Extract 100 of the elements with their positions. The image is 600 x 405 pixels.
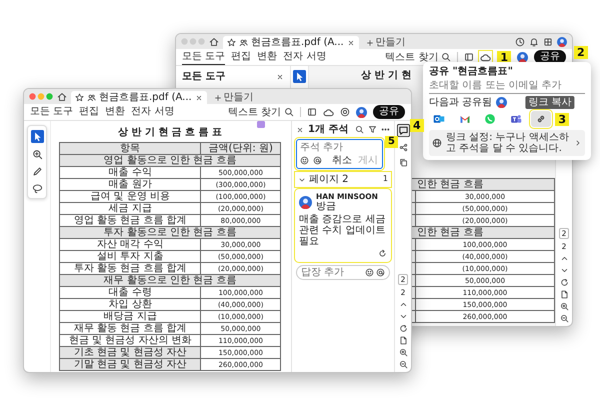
teams-icon [510, 113, 522, 125]
callout-number: 3 [555, 112, 569, 126]
star-icon[interactable] [227, 38, 236, 47]
reply-field[interactable]: 답장 추가 [296, 265, 390, 280]
table-cell: 재무 활동 현금 흐름 합계 [60, 322, 201, 334]
grid-icon[interactable] [543, 36, 553, 46]
menu-tab[interactable]: 변환 [257, 49, 278, 65]
invite-field[interactable]: 초대할 이름 또는 이메일 추가 [429, 80, 585, 94]
table-cell: 매출 수익 [60, 166, 201, 178]
document-tab[interactable]: 현금흐름표.pdf (A... [223, 36, 359, 49]
star-icon[interactable] [75, 93, 84, 102]
table-cell: 금액(단위: 원) [200, 142, 280, 154]
menu-tab[interactable]: 편집 [231, 49, 252, 65]
menu-tab[interactable]: 편집 [79, 104, 100, 120]
select-tool-icon[interactable] [293, 70, 306, 83]
cloud-icon[interactable] [480, 52, 492, 62]
share-icon[interactable] [398, 143, 408, 152]
table-cell: 대출 수령 [60, 286, 201, 298]
rotate-icon[interactable] [560, 278, 568, 287]
file-icon[interactable] [398, 336, 408, 345]
copy-icon[interactable] [398, 158, 408, 167]
zoom-out-icon[interactable] [560, 314, 568, 323]
pen-icon[interactable] [32, 166, 42, 177]
chevron-up-icon[interactable] [398, 300, 408, 309]
table-cell: 재무 활동으로 인한 현금 흐름 [60, 274, 280, 286]
tooltip: 링크 복사 [526, 96, 575, 109]
avatar-icon [496, 97, 508, 108]
document-tab[interactable]: 현금흐름표.pdf (A... [71, 91, 207, 104]
find-text-button[interactable]: 텍스트 찾기 [228, 106, 294, 118]
find-text-button[interactable]: 텍스트 찾기 [385, 52, 452, 62]
share-button[interactable]: 공유 [373, 105, 405, 119]
filter-icon[interactable] [368, 125, 377, 134]
chevron-down-icon[interactable] [398, 312, 408, 321]
document-title: 상 반 기 현 [361, 70, 412, 81]
mail-icon [458, 113, 471, 125]
reply-icon[interactable] [378, 249, 387, 258]
shared-icon [239, 38, 248, 47]
home-icon[interactable] [57, 92, 67, 102]
avatar-icon [299, 196, 312, 210]
zoom-in-icon[interactable] [398, 348, 408, 357]
search-icon [284, 107, 294, 117]
share-option-button[interactable] [531, 111, 552, 127]
menu-tab[interactable]: 모든 도구 [30, 104, 74, 120]
table-cell: 급여 및 운영 비용 [60, 190, 201, 202]
table-cell: 설비 투자 지출 [60, 250, 201, 262]
comment-time: 방금 [316, 201, 337, 212]
shared-with-label: 다음과 공유됨 [429, 97, 492, 108]
comment-input-field[interactable]: 주석 추가 취소 게시 [296, 139, 383, 169]
table-cell: 기말 현금 및 현금성 자산 [60, 358, 201, 370]
stamp-icon[interactable] [340, 107, 350, 117]
chat-icon [484, 113, 496, 125]
close-icon[interactable] [276, 72, 284, 80]
home-icon[interactable] [209, 36, 219, 46]
menu-tab[interactable]: 변환 [105, 104, 126, 120]
menu-tab[interactable]: 전자 서명 [131, 104, 174, 120]
new-tab-button[interactable]: 만들기 [210, 91, 257, 104]
plus-icon [214, 94, 222, 102]
menu-tab[interactable]: 전자 서명 [283, 49, 326, 65]
comment-marker-icon[interactable] [257, 121, 265, 128]
bell-icon[interactable] [529, 36, 539, 46]
table-cell: 기초 현금 및 현금성 자산 [60, 346, 201, 358]
mention-icon[interactable] [313, 156, 322, 165]
shared-icon [87, 93, 96, 102]
plus-icon [366, 38, 374, 46]
cloud-icon[interactable] [323, 106, 334, 118]
select-tool-icon[interactable] [30, 130, 44, 143]
zoom-icon[interactable] [32, 149, 42, 160]
close-icon[interactable] [296, 126, 304, 134]
lasso-icon[interactable] [32, 183, 42, 194]
outlook-icon [433, 113, 445, 125]
table-cell: 항목 [60, 142, 201, 154]
search-icon[interactable] [355, 125, 364, 134]
cancel-button[interactable]: 취소 [331, 155, 353, 166]
zoom-out-icon[interactable] [398, 360, 408, 369]
mention-icon[interactable] [376, 268, 385, 278]
close-icon[interactable] [346, 38, 355, 46]
chevron-right-icon [574, 139, 582, 147]
callout-number: 1 [497, 50, 511, 64]
link-settings-button[interactable]: 링크 설정: 누구나 액세스하고 주석을 달 수 있습니다. [429, 130, 585, 156]
panel-icon[interactable] [307, 107, 317, 117]
chevron-down-icon[interactable] [560, 266, 568, 275]
panel-icon[interactable] [464, 52, 474, 62]
callout-number: 4 [410, 119, 424, 132]
clock-icon[interactable] [515, 36, 525, 46]
search-icon [441, 52, 452, 62]
menu-tab[interactable]: 모든 도구 [182, 49, 226, 65]
table-cell: 영업 활동으로 인한 현금 흐름 [60, 154, 280, 166]
rotate-icon[interactable] [398, 324, 408, 333]
comment-tool-icon[interactable] [396, 124, 410, 137]
reply-input[interactable]: 답장 추가 [301, 267, 363, 278]
document-title: 상 반 기 현 금 흐 름 표 [118, 127, 222, 138]
close-icon[interactable] [194, 94, 203, 102]
table-cell: 배당금 지급 [60, 310, 201, 322]
globe-icon [432, 138, 442, 148]
zoom-in-icon[interactable] [560, 302, 568, 311]
emoji-icon[interactable] [365, 268, 374, 278]
file-icon[interactable] [560, 290, 568, 299]
chevron-up-icon[interactable] [560, 254, 568, 263]
new-tab-button[interactable]: 만들기 [362, 36, 409, 49]
emoji-icon[interactable] [300, 156, 309, 165]
